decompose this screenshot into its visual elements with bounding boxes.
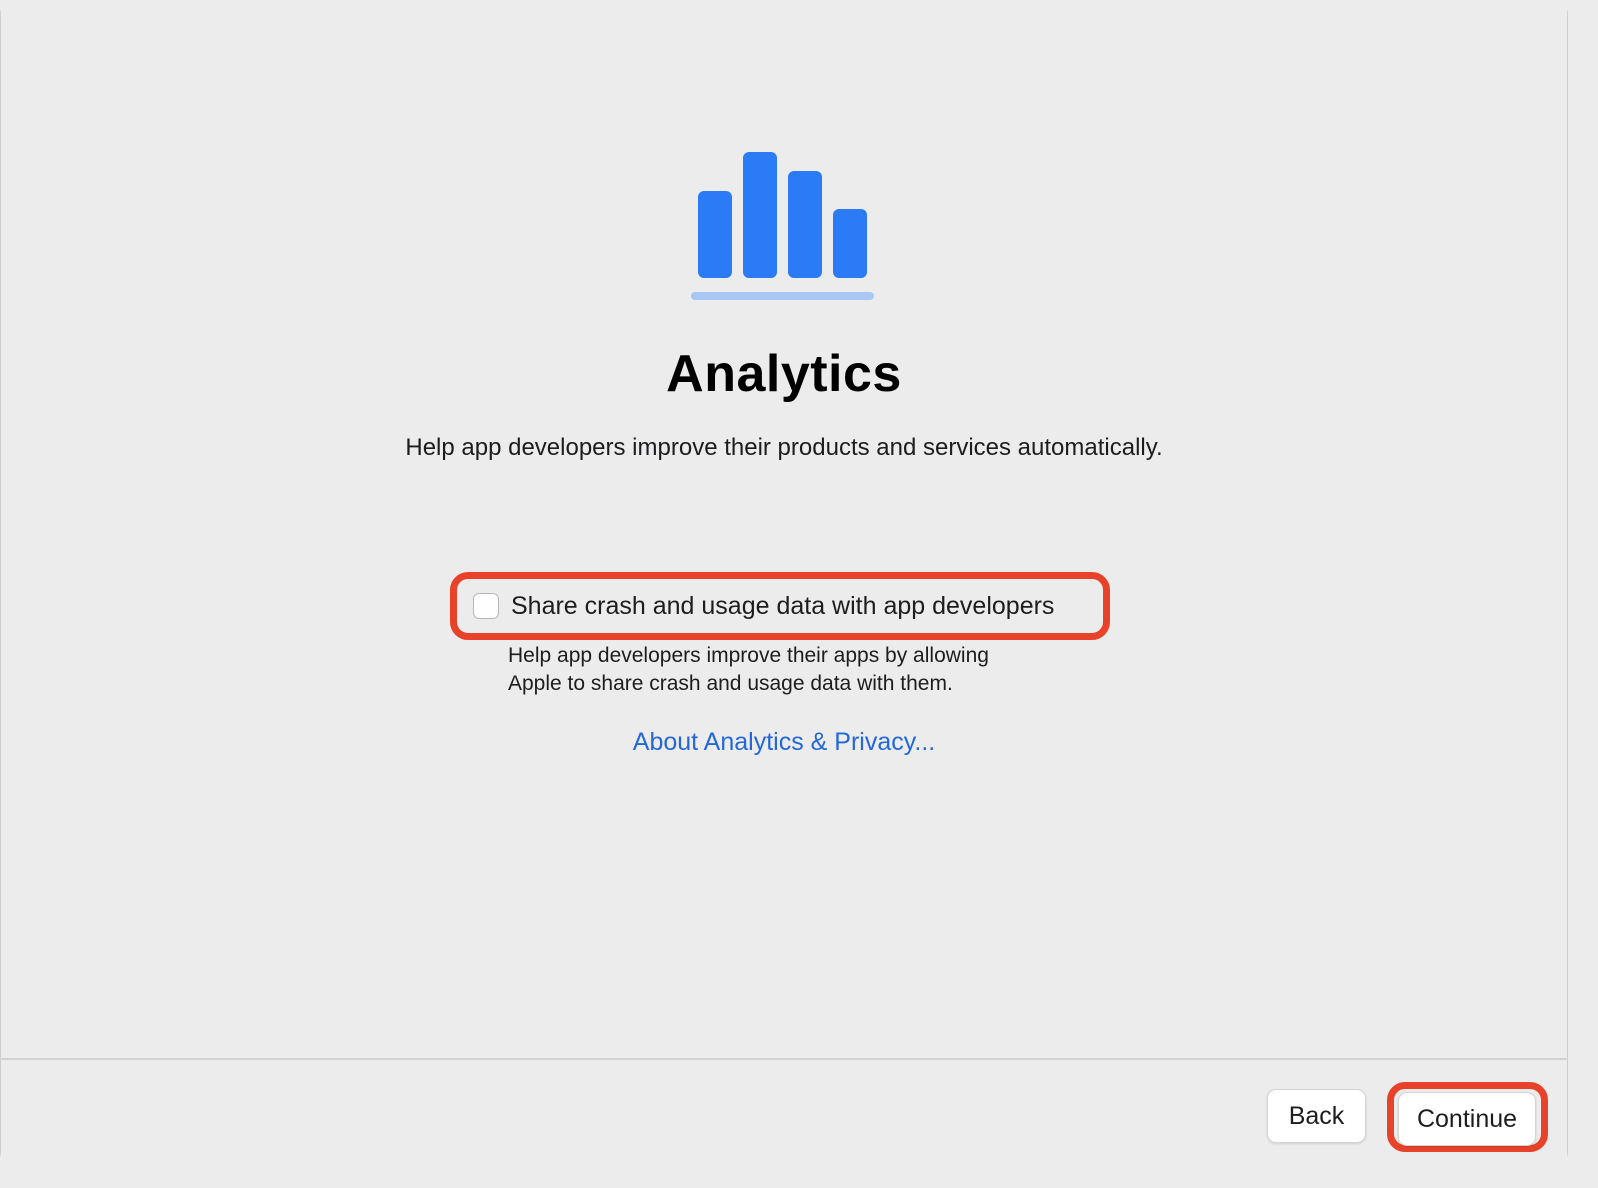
continue-button-highlight: Continue (1387, 1082, 1548, 1152)
footer-divider (0, 1058, 1568, 1060)
share-data-description-line: Help app developers improve their apps b… (508, 644, 989, 667)
share-data-label[interactable]: Share crash and usage data with app deve… (511, 592, 1054, 621)
page-subtitle: Help app developers improve their produc… (405, 434, 1163, 461)
back-button[interactable]: Back (1267, 1089, 1366, 1143)
continue-button[interactable]: Continue (1398, 1092, 1536, 1146)
about-analytics-privacy-link[interactable]: About Analytics & Privacy... (0, 728, 1568, 757)
page-title: Analytics (666, 345, 902, 403)
share-data-option[interactable]: Share crash and usage data with app deve… (450, 572, 1110, 640)
analytics-bar-chart-icon (691, 152, 874, 300)
share-data-checkbox[interactable] (473, 593, 499, 619)
setup-assistant-window: Analytics Help app developers improve th… (0, 0, 1568, 1166)
window-left-edge (0, 0, 1, 1166)
share-data-description-line: Apple to share crash and usage data with… (508, 672, 953, 695)
share-data-description: Help app developers improve their apps b… (508, 642, 1128, 698)
window-right-edge (1567, 0, 1568, 1166)
